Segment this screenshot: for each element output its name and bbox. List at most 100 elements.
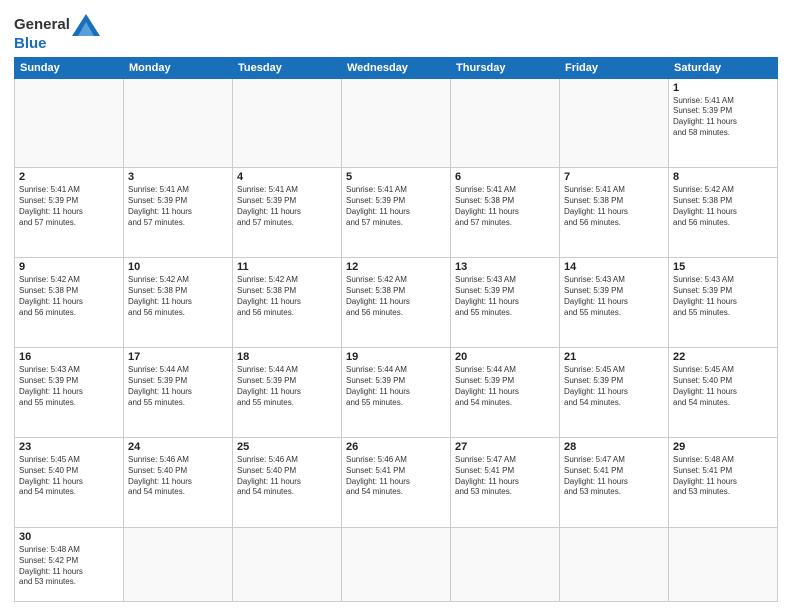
calendar-cell: 26 Sunrise: 5:46 AM Sunset: 5:41 PM Dayli… (342, 438, 451, 528)
calendar-cell (15, 78, 124, 168)
calendar-cell: 8Sunrise: 5:42 AM Sunset: 5:38 PM Daylig… (669, 168, 778, 258)
day-number: 23 (19, 441, 119, 453)
cell-info: Sunrise: 5:46 AM Sunset: 5:40 PM Dayligh… (237, 455, 337, 498)
calendar-cell: 13 Sunrise: 5:43 AM Sunset: 5:39 PM Dayli… (451, 258, 560, 348)
calendar-row-3: 16 Sunrise: 5:43 AM Sunset: 5:39 PM Dayli… (15, 348, 778, 438)
day-number: 2 (19, 171, 119, 183)
cell-info: Sunrise: 5:48 AM Sunset: 5:41 PM Dayligh… (673, 455, 773, 498)
day-number: 8 (673, 171, 773, 183)
logo-blue-text: Blue (14, 36, 100, 53)
cell-info: Sunrise: 5:41 AM Sunset: 5:38 PM Dayligh… (455, 185, 555, 228)
calendar-cell: 2Sunrise: 5:41 AM Sunset: 5:39 PM Daylig… (15, 168, 124, 258)
calendar-cell: 12Sunrise: 5:42 AM Sunset: 5:38 PM Dayli… (342, 258, 451, 348)
day-number: 19 (346, 351, 446, 363)
logo-text: General (14, 17, 70, 34)
day-number: 10 (128, 261, 228, 273)
day-number: 18 (237, 351, 337, 363)
calendar-cell: 25 Sunrise: 5:46 AM Sunset: 5:40 PM Dayli… (233, 438, 342, 528)
day-number: 24 (128, 441, 228, 453)
cell-info: Sunrise: 5:44 AM Sunset: 5:39 PM Dayligh… (237, 365, 337, 408)
col-header-tuesday: Tuesday (233, 57, 342, 78)
cell-info: Sunrise: 5:46 AM Sunset: 5:41 PM Dayligh… (346, 455, 446, 498)
calendar-row-2: 9Sunrise: 5:42 AM Sunset: 5:38 PM Daylig… (15, 258, 778, 348)
cell-info: Sunrise: 5:41 AM Sunset: 5:39 PM Dayligh… (346, 185, 446, 228)
col-header-friday: Friday (560, 57, 669, 78)
calendar-cell: 5 Sunrise: 5:41 AM Sunset: 5:39 PM Daylig… (342, 168, 451, 258)
cell-info: Sunrise: 5:43 AM Sunset: 5:39 PM Dayligh… (564, 275, 664, 318)
cell-info: Sunrise: 5:41 AM Sunset: 5:39 PM Dayligh… (673, 96, 773, 139)
calendar-cell: 11Sunrise: 5:42 AM Sunset: 5:38 PM Dayli… (233, 258, 342, 348)
calendar-cell: 10 Sunrise: 5:42 AM Sunset: 5:38 PM Dayli… (124, 258, 233, 348)
day-number: 14 (564, 261, 664, 273)
day-number: 3 (128, 171, 228, 183)
calendar-cell (124, 527, 233, 601)
day-number: 7 (564, 171, 664, 183)
calendar-cell: 14 Sunrise: 5:43 AM Sunset: 5:39 PM Dayli… (560, 258, 669, 348)
cell-info: Sunrise: 5:43 AM Sunset: 5:39 PM Dayligh… (455, 275, 555, 318)
calendar-row-0: 1 Sunrise: 5:41 AM Sunset: 5:39 PM Daylig… (15, 78, 778, 168)
calendar-cell: 24Sunrise: 5:46 AM Sunset: 5:40 PM Dayli… (124, 438, 233, 528)
cell-info: Sunrise: 5:43 AM Sunset: 5:39 PM Dayligh… (19, 365, 119, 408)
calendar-cell (560, 78, 669, 168)
day-number: 16 (19, 351, 119, 363)
day-number: 29 (673, 441, 773, 453)
calendar-cell (233, 78, 342, 168)
day-number: 22 (673, 351, 773, 363)
calendar-cell: 6Sunrise: 5:41 AM Sunset: 5:38 PM Daylig… (451, 168, 560, 258)
cell-info: Sunrise: 5:41 AM Sunset: 5:39 PM Dayligh… (128, 185, 228, 228)
col-header-sunday: Sunday (15, 57, 124, 78)
cell-info: Sunrise: 5:47 AM Sunset: 5:41 PM Dayligh… (564, 455, 664, 498)
day-number: 25 (237, 441, 337, 453)
cell-info: Sunrise: 5:42 AM Sunset: 5:38 PM Dayligh… (19, 275, 119, 318)
cell-info: Sunrise: 5:45 AM Sunset: 5:40 PM Dayligh… (673, 365, 773, 408)
calendar-cell: 27Sunrise: 5:47 AM Sunset: 5:41 PM Dayli… (451, 438, 560, 528)
day-number: 20 (455, 351, 555, 363)
calendar-cell (451, 527, 560, 601)
calendar-header-row: SundayMondayTuesdayWednesdayThursdayFrid… (15, 57, 778, 78)
cell-info: Sunrise: 5:42 AM Sunset: 5:38 PM Dayligh… (128, 275, 228, 318)
calendar-cell (560, 527, 669, 601)
calendar-cell (451, 78, 560, 168)
cell-info: Sunrise: 5:41 AM Sunset: 5:39 PM Dayligh… (237, 185, 337, 228)
page: General Blue SundayMondayTuesdayWednesda… (0, 0, 792, 612)
calendar-cell: 29 Sunrise: 5:48 AM Sunset: 5:41 PM Dayli… (669, 438, 778, 528)
day-number: 13 (455, 261, 555, 273)
calendar-cell: 22 Sunrise: 5:45 AM Sunset: 5:40 PM Dayli… (669, 348, 778, 438)
cell-info: Sunrise: 5:45 AM Sunset: 5:40 PM Dayligh… (19, 455, 119, 498)
calendar-cell (342, 527, 451, 601)
calendar-cell: 18 Sunrise: 5:44 AM Sunset: 5:39 PM Dayli… (233, 348, 342, 438)
calendar-cell: 23 Sunrise: 5:45 AM Sunset: 5:40 PM Dayli… (15, 438, 124, 528)
calendar-cell: 9Sunrise: 5:42 AM Sunset: 5:38 PM Daylig… (15, 258, 124, 348)
day-number: 26 (346, 441, 446, 453)
logo: General Blue (14, 14, 100, 53)
calendar-cell: 20 Sunrise: 5:44 AM Sunset: 5:39 PM Dayli… (451, 348, 560, 438)
calendar-cell: 28Sunrise: 5:47 AM Sunset: 5:41 PM Dayli… (560, 438, 669, 528)
logo-general: General (14, 16, 70, 33)
col-header-saturday: Saturday (669, 57, 778, 78)
logo-icon (72, 14, 100, 36)
cell-info: Sunrise: 5:43 AM Sunset: 5:39 PM Dayligh… (673, 275, 773, 318)
cell-info: Sunrise: 5:44 AM Sunset: 5:39 PM Dayligh… (455, 365, 555, 408)
calendar-row-1: 2 Sunrise: 5:41 AM Sunset: 5:39 PM Daylig… (15, 168, 778, 258)
calendar-cell: 3 Sunrise: 5:41 AM Sunset: 5:39 PM Daylig… (124, 168, 233, 258)
cell-info: Sunrise: 5:47 AM Sunset: 5:41 PM Dayligh… (455, 455, 555, 498)
calendar-cell: 7 Sunrise: 5:41 AM Sunset: 5:38 PM Daylig… (560, 168, 669, 258)
calendar-cell: 30 Sunrise: 5:48 AM Sunset: 5:42 PM Dayli… (15, 527, 124, 601)
cell-info: Sunrise: 5:42 AM Sunset: 5:38 PM Dayligh… (237, 275, 337, 318)
calendar-cell: 17Sunrise: 5:44 AM Sunset: 5:39 PM Dayli… (124, 348, 233, 438)
day-number: 4 (237, 171, 337, 183)
day-number: 5 (346, 171, 446, 183)
cell-info: Sunrise: 5:45 AM Sunset: 5:39 PM Dayligh… (564, 365, 664, 408)
cell-info: Sunrise: 5:44 AM Sunset: 5:39 PM Dayligh… (128, 365, 228, 408)
cell-info: Sunrise: 5:41 AM Sunset: 5:38 PM Dayligh… (564, 185, 664, 228)
calendar-cell: 16 Sunrise: 5:43 AM Sunset: 5:39 PM Dayli… (15, 348, 124, 438)
col-header-monday: Monday (124, 57, 233, 78)
calendar-table: SundayMondayTuesdayWednesdayThursdayFrid… (14, 57, 778, 603)
day-number: 1 (673, 82, 773, 94)
calendar-cell (669, 527, 778, 601)
day-number: 30 (19, 531, 119, 543)
calendar-row-5: 30 Sunrise: 5:48 AM Sunset: 5:42 PM Dayli… (15, 527, 778, 601)
cell-info: Sunrise: 5:48 AM Sunset: 5:42 PM Dayligh… (19, 545, 119, 588)
calendar-row-4: 23 Sunrise: 5:45 AM Sunset: 5:40 PM Dayli… (15, 438, 778, 528)
calendar-cell (342, 78, 451, 168)
